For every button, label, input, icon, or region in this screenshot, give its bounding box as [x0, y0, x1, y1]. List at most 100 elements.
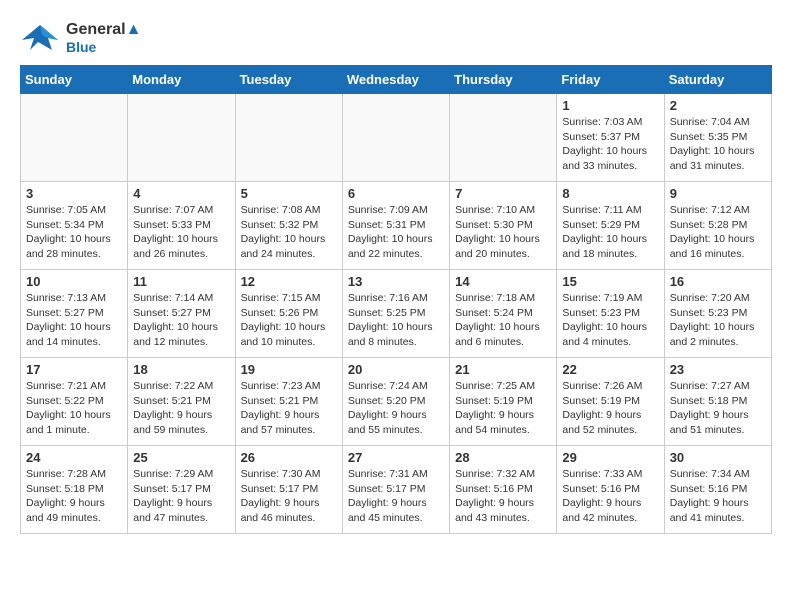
calendar-cell: 7 Sunrise: 7:10 AM Sunset: 5:30 PM Daylig…: [450, 182, 557, 270]
day-info: Sunrise: 7:34 AM Sunset: 5:16 PM Dayligh…: [670, 467, 766, 526]
day-number: 9: [670, 186, 766, 201]
day-info: Sunrise: 7:10 AM Sunset: 5:30 PM Dayligh…: [455, 203, 551, 262]
day-info: Sunrise: 7:12 AM Sunset: 5:28 PM Dayligh…: [670, 203, 766, 262]
calendar-cell: 4Sunrise: 7:07 AM Sunset: 5:33 PM Daylig…: [128, 182, 235, 270]
calendar-cell: 5 Sunrise: 7:08 AM Sunset: 5:32 PM Daylig…: [235, 182, 342, 270]
day-number: 13: [348, 274, 444, 289]
day-info: Sunrise: 7:21 AM Sunset: 5:22 PM Dayligh…: [26, 379, 122, 438]
weekday-header-friday: Friday: [557, 66, 664, 94]
calendar-cell: 13 Sunrise: 7:16 AM Sunset: 5:25 PM Dayli…: [342, 270, 449, 358]
day-number: 8: [562, 186, 658, 201]
day-number: 16: [670, 274, 766, 289]
calendar-cell: 16 Sunrise: 7:20 AM Sunset: 5:23 PM Dayli…: [664, 270, 771, 358]
day-info: Sunrise: 7:16 AM Sunset: 5:25 PM Dayligh…: [348, 291, 444, 350]
calendar-cell: 21 Sunrise: 7:25 AM Sunset: 5:19 PM Dayli…: [450, 358, 557, 446]
weekday-header-wednesday: Wednesday: [342, 66, 449, 94]
day-info: Sunrise: 7:28 AM Sunset: 5:18 PM Dayligh…: [26, 467, 122, 526]
day-number: 28: [455, 450, 551, 465]
calendar-cell: 27Sunrise: 7:31 AM Sunset: 5:17 PM Dayli…: [342, 446, 449, 534]
calendar-cell: 12 Sunrise: 7:15 AM Sunset: 5:26 PM Dayli…: [235, 270, 342, 358]
calendar-cell: 19 Sunrise: 7:23 AM Sunset: 5:21 PM Dayli…: [235, 358, 342, 446]
calendar-cell: [450, 94, 557, 182]
week-row-1: 1 Sunrise: 7:03 AM Sunset: 5:37 PM Daylig…: [21, 94, 772, 182]
day-number: 24: [26, 450, 122, 465]
day-number: 10: [26, 274, 122, 289]
day-number: 11: [133, 274, 229, 289]
calendar-table: SundayMondayTuesdayWednesdayThursdayFrid…: [20, 65, 772, 534]
day-number: 5: [241, 186, 337, 201]
calendar-cell: 6Sunrise: 7:09 AM Sunset: 5:31 PM Daylig…: [342, 182, 449, 270]
day-number: 2: [670, 98, 766, 113]
logo-icon: [20, 20, 60, 55]
day-info: Sunrise: 7:15 AM Sunset: 5:26 PM Dayligh…: [241, 291, 337, 350]
calendar-cell: [235, 94, 342, 182]
calendar-cell: 2 Sunrise: 7:04 AM Sunset: 5:35 PM Daylig…: [664, 94, 771, 182]
calendar-cell: 3 Sunrise: 7:05 AM Sunset: 5:34 PM Daylig…: [21, 182, 128, 270]
day-info: Sunrise: 7:25 AM Sunset: 5:19 PM Dayligh…: [455, 379, 551, 438]
day-number: 12: [241, 274, 337, 289]
calendar-cell: 29 Sunrise: 7:33 AM Sunset: 5:16 PM Dayli…: [557, 446, 664, 534]
day-info: Sunrise: 7:20 AM Sunset: 5:23 PM Dayligh…: [670, 291, 766, 350]
calendar-cell: 18 Sunrise: 7:22 AM Sunset: 5:21 PM Dayli…: [128, 358, 235, 446]
week-row-3: 10 Sunrise: 7:13 AM Sunset: 5:27 PM Dayli…: [21, 270, 772, 358]
calendar-cell: [21, 94, 128, 182]
day-info: Sunrise: 7:03 AM Sunset: 5:37 PM Dayligh…: [562, 115, 658, 174]
day-number: 3: [26, 186, 122, 201]
day-number: 17: [26, 362, 122, 377]
day-info: Sunrise: 7:24 AM Sunset: 5:20 PM Dayligh…: [348, 379, 444, 438]
day-info: Sunrise: 7:13 AM Sunset: 5:27 PM Dayligh…: [26, 291, 122, 350]
weekday-header-row: SundayMondayTuesdayWednesdayThursdayFrid…: [21, 66, 772, 94]
calendar-cell: 9 Sunrise: 7:12 AM Sunset: 5:28 PM Daylig…: [664, 182, 771, 270]
day-info: Sunrise: 7:22 AM Sunset: 5:21 PM Dayligh…: [133, 379, 229, 438]
day-number: 30: [670, 450, 766, 465]
day-info: Sunrise: 7:32 AM Sunset: 5:16 PM Dayligh…: [455, 467, 551, 526]
day-info: Sunrise: 7:08 AM Sunset: 5:32 PM Dayligh…: [241, 203, 337, 262]
day-info: Sunrise: 7:31 AM Sunset: 5:17 PM Dayligh…: [348, 467, 444, 526]
day-info: Sunrise: 7:23 AM Sunset: 5:21 PM Dayligh…: [241, 379, 337, 438]
calendar-cell: 20 Sunrise: 7:24 AM Sunset: 5:20 PM Dayli…: [342, 358, 449, 446]
day-info: Sunrise: 7:14 AM Sunset: 5:27 PM Dayligh…: [133, 291, 229, 350]
day-info: Sunrise: 7:05 AM Sunset: 5:34 PM Dayligh…: [26, 203, 122, 262]
day-number: 20: [348, 362, 444, 377]
calendar-cell: [342, 94, 449, 182]
day-info: Sunrise: 7:07 AM Sunset: 5:33 PM Dayligh…: [133, 203, 229, 262]
calendar-cell: 28 Sunrise: 7:32 AM Sunset: 5:16 PM Dayli…: [450, 446, 557, 534]
week-row-5: 24 Sunrise: 7:28 AM Sunset: 5:18 PM Dayli…: [21, 446, 772, 534]
day-number: 25: [133, 450, 229, 465]
day-number: 29: [562, 450, 658, 465]
calendar-cell: 14Sunrise: 7:18 AM Sunset: 5:24 PM Dayli…: [450, 270, 557, 358]
calendar-cell: [128, 94, 235, 182]
day-number: 23: [670, 362, 766, 377]
day-number: 21: [455, 362, 551, 377]
day-info: Sunrise: 7:26 AM Sunset: 5:19 PM Dayligh…: [562, 379, 658, 438]
day-info: Sunrise: 7:11 AM Sunset: 5:29 PM Dayligh…: [562, 203, 658, 262]
calendar-cell: 1 Sunrise: 7:03 AM Sunset: 5:37 PM Daylig…: [557, 94, 664, 182]
weekday-header-tuesday: Tuesday: [235, 66, 342, 94]
weekday-header-sunday: Sunday: [21, 66, 128, 94]
weekday-header-saturday: Saturday: [664, 66, 771, 94]
week-row-4: 17 Sunrise: 7:21 AM Sunset: 5:22 PM Dayli…: [21, 358, 772, 446]
calendar-cell: 24 Sunrise: 7:28 AM Sunset: 5:18 PM Dayli…: [21, 446, 128, 534]
logo-text: General▲ Blue: [66, 21, 141, 55]
day-number: 15: [562, 274, 658, 289]
day-number: 6: [348, 186, 444, 201]
day-info: Sunrise: 7:33 AM Sunset: 5:16 PM Dayligh…: [562, 467, 658, 526]
day-number: 7: [455, 186, 551, 201]
calendar-cell: 15Sunrise: 7:19 AM Sunset: 5:23 PM Dayli…: [557, 270, 664, 358]
weekday-header-monday: Monday: [128, 66, 235, 94]
calendar-cell: 23 Sunrise: 7:27 AM Sunset: 5:18 PM Dayli…: [664, 358, 771, 446]
weekday-header-thursday: Thursday: [450, 66, 557, 94]
calendar-cell: 17 Sunrise: 7:21 AM Sunset: 5:22 PM Dayli…: [21, 358, 128, 446]
day-info: Sunrise: 7:18 AM Sunset: 5:24 PM Dayligh…: [455, 291, 551, 350]
day-number: 18: [133, 362, 229, 377]
day-info: Sunrise: 7:04 AM Sunset: 5:35 PM Dayligh…: [670, 115, 766, 174]
day-number: 22: [562, 362, 658, 377]
calendar-cell: 30 Sunrise: 7:34 AM Sunset: 5:16 PM Dayli…: [664, 446, 771, 534]
day-info: Sunrise: 7:27 AM Sunset: 5:18 PM Dayligh…: [670, 379, 766, 438]
calendar-cell: 8 Sunrise: 7:11 AM Sunset: 5:29 PM Daylig…: [557, 182, 664, 270]
day-number: 19: [241, 362, 337, 377]
day-number: 1: [562, 98, 658, 113]
calendar-cell: 22 Sunrise: 7:26 AM Sunset: 5:19 PM Dayli…: [557, 358, 664, 446]
week-row-2: 3 Sunrise: 7:05 AM Sunset: 5:34 PM Daylig…: [21, 182, 772, 270]
calendar-cell: 10 Sunrise: 7:13 AM Sunset: 5:27 PM Dayli…: [21, 270, 128, 358]
